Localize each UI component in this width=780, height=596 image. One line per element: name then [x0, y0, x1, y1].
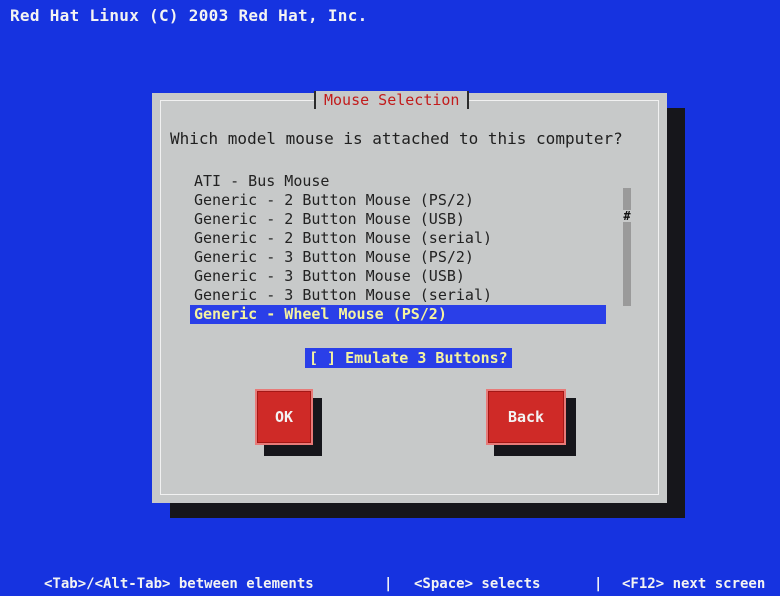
dialog-title: Mouse Selection — [314, 91, 470, 109]
hint-separator: | — [594, 576, 603, 592]
ok-button[interactable]: OK — [255, 389, 313, 445]
mouse-option-selected[interactable]: Generic - Wheel Mouse (PS/2) — [190, 305, 606, 324]
emulate-3-buttons-checkbox[interactable]: [ ] Emulate 3 Buttons? — [305, 348, 512, 368]
mouse-option[interactable]: Generic - 3 Button Mouse (USB) — [190, 267, 606, 286]
question-label: Which model mouse is attached to this co… — [170, 129, 623, 148]
mouse-option[interactable]: ATI - Bus Mouse — [190, 172, 606, 191]
hint-separator: | — [384, 576, 393, 592]
mouse-option[interactable]: Generic - 2 Button Mouse (serial) — [190, 229, 606, 248]
mouse-option[interactable]: Generic - 2 Button Mouse (USB) — [190, 210, 606, 229]
mouse-option[interactable]: Generic - 3 Button Mouse (PS/2) — [190, 248, 606, 267]
list-scrollbar[interactable]: # — [621, 188, 633, 306]
mouse-selection-dialog: Mouse Selection Which model mouse is att… — [152, 91, 667, 503]
hint-tab: <Tab>/<Alt-Tab> between elements — [44, 576, 314, 592]
mouse-model-list[interactable]: ATI - Bus Mouse Generic - 2 Button Mouse… — [190, 172, 606, 324]
mouse-option[interactable]: Generic - 2 Button Mouse (PS/2) — [190, 191, 606, 210]
hint-f12: <F12> next screen — [622, 576, 766, 592]
scrollbar-thumb[interactable]: # — [621, 210, 633, 222]
mouse-option[interactable]: Generic - 3 Button Mouse (serial) — [190, 286, 606, 305]
system-title: Red Hat Linux (C) 2003 Red Hat, Inc. — [10, 6, 368, 25]
back-button[interactable]: Back — [486, 389, 566, 445]
hint-space: <Space> selects — [414, 576, 541, 592]
